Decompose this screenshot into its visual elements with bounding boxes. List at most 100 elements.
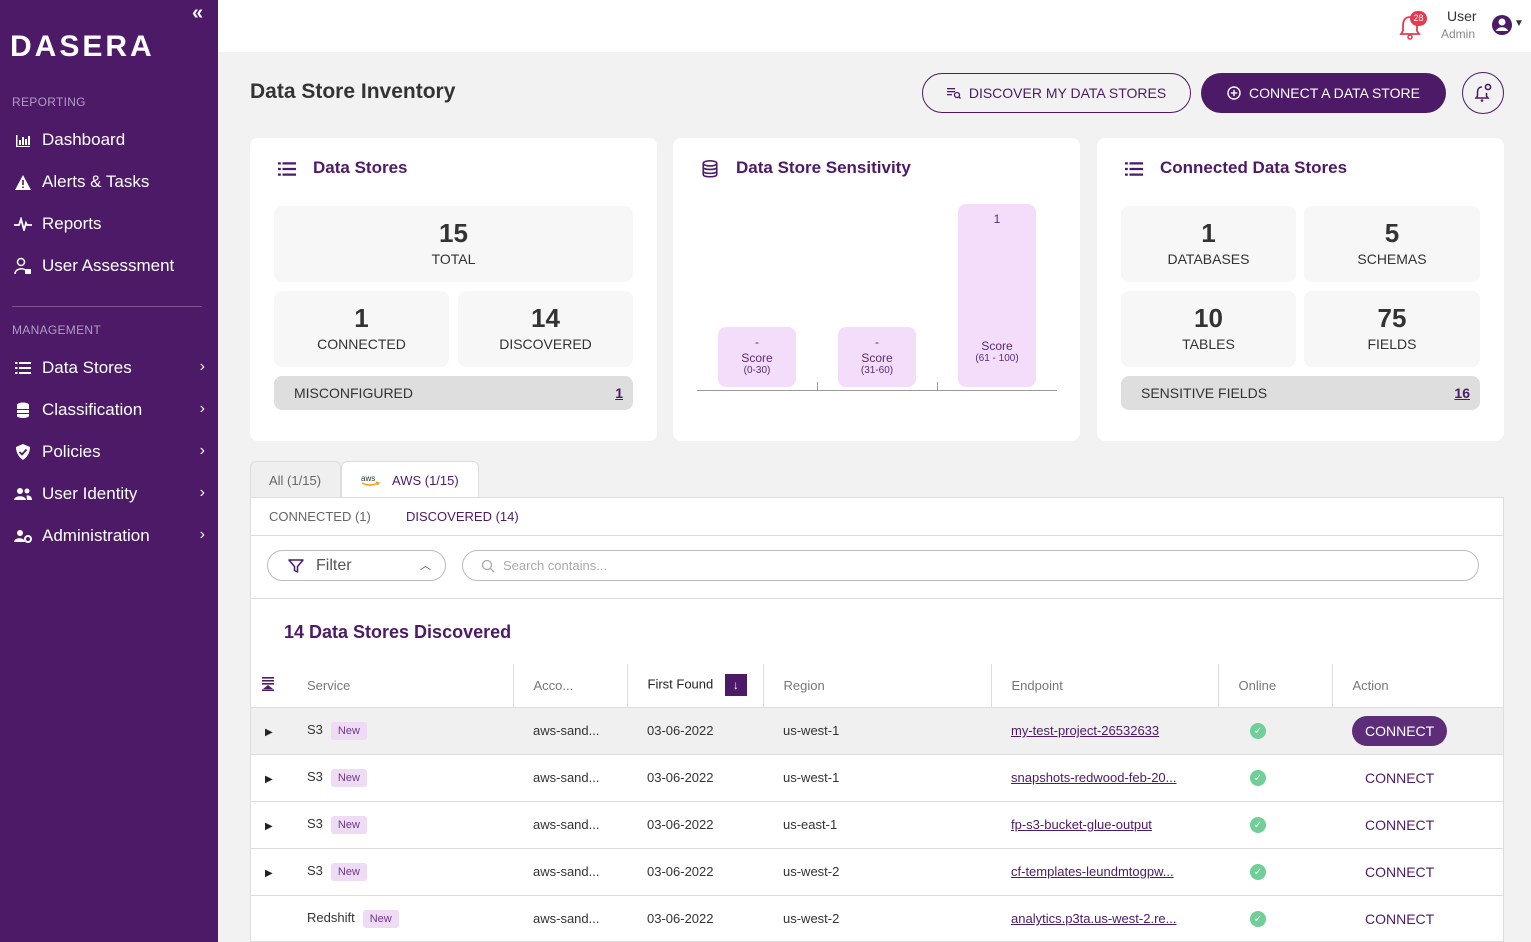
- expand-row-icon[interactable]: ▶: [265, 821, 273, 832]
- sidebar-item-policies[interactable]: Policies ›: [0, 434, 218, 470]
- search-field[interactable]: [462, 550, 1479, 581]
- chart-bar[interactable]: - Score (0-30): [718, 327, 796, 387]
- endpoint-link[interactable]: my-test-project-26532633: [1011, 723, 1159, 738]
- chart-bar[interactable]: - Score (31-60): [838, 327, 916, 387]
- sensitivity-card: Data Store Sensitivity - Score (0-30) - Scor…: [673, 138, 1080, 441]
- stat-value: 5: [1384, 218, 1400, 248]
- warning-icon: [14, 173, 32, 191]
- double-chevron-left-icon[interactable]: «: [192, 3, 203, 23]
- connect-button[interactable]: CONNECT: [1352, 904, 1447, 934]
- connect-button[interactable]: CONNECT: [1352, 857, 1447, 887]
- stat-label: FIELDS: [1367, 336, 1417, 352]
- card-title: Connected Data Stores: [1160, 158, 1348, 177]
- sidebar-item-label: User Identity: [42, 484, 138, 503]
- tab-aws[interactable]: aws AWS (1/15): [341, 461, 479, 498]
- stat-tables: 10 TABLES: [1121, 291, 1296, 367]
- bar-category-label: Score: [861, 351, 893, 365]
- new-badge: New: [362, 909, 399, 928]
- stat-label: SCHEMAS: [1357, 251, 1427, 267]
- chevron-right-icon: ›: [199, 484, 205, 501]
- sidebar-item-data-stores[interactable]: Data Stores ›: [0, 350, 218, 386]
- table-row[interactable]: ▶ S3 New aws-sand... 03-06-2022 us-west-1 my-t…: [251, 707, 1503, 755]
- online-check-icon: ✓: [1250, 911, 1266, 928]
- avatar-icon[interactable]: [1491, 14, 1513, 36]
- discover-data-stores-button[interactable]: DISCOVER MY DATA STORES: [922, 73, 1191, 113]
- region: us-east-1: [783, 817, 838, 832]
- first-found-date: 03-06-2022: [647, 817, 714, 832]
- tab-all[interactable]: All (1/15): [250, 461, 341, 498]
- users-icon: [14, 485, 32, 503]
- misconfigured-count-link[interactable]: 1: [615, 385, 623, 401]
- data-stores-panel: CONNECTED (1) DISCOVERED (14) Filter ︿ 1…: [250, 497, 1504, 942]
- search-input[interactable]: [503, 558, 1403, 573]
- column-header-online[interactable]: Online: [1218, 664, 1333, 708]
- table-row[interactable]: ▶ S3 New aws-sand... 03-06-2022 us-west-1 snap…: [251, 754, 1503, 802]
- sidebar-item-alerts-tasks[interactable]: Alerts & Tasks: [0, 164, 218, 200]
- sort-desc-icon[interactable]: ↓: [724, 674, 747, 697]
- sidebar-item-label: Administration: [42, 526, 150, 545]
- column-header-first-found[interactable]: First Found ↓: [627, 664, 764, 708]
- bar-value-label: -: [755, 335, 759, 349]
- connect-data-store-button[interactable]: CONNECT A DATA STORE: [1201, 73, 1446, 113]
- filter-dropdown[interactable]: Filter ︿: [267, 550, 446, 581]
- stat-connected: 1 CONNECTED: [274, 291, 449, 367]
- expand-row-icon[interactable]: ▶: [265, 868, 273, 879]
- sidebar-item-administration[interactable]: Administration ›: [0, 518, 218, 554]
- expand-row-icon[interactable]: ▶: [265, 774, 273, 785]
- bell-gear-icon: [1474, 83, 1492, 102]
- user-name[interactable]: User: [1447, 8, 1477, 24]
- card-title: Data Store Sensitivity: [736, 158, 911, 177]
- database-icon: [14, 401, 32, 419]
- table-row[interactable]: Redshift New aws-sand... 03-06-2022 us-west-…: [251, 895, 1503, 942]
- subtab-discovered[interactable]: DISCOVERED (14): [406, 509, 519, 524]
- table-row[interactable]: ▶ S3 New aws-sand... 03-06-2022 us-west-2 cf-t…: [251, 848, 1503, 896]
- stat-label: TOTAL: [431, 251, 476, 267]
- subtab-connected[interactable]: CONNECTED (1): [269, 509, 371, 524]
- sidebar-item-label: Policies: [42, 442, 101, 461]
- first-found-date: 03-06-2022: [647, 911, 714, 926]
- connect-button[interactable]: CONNECT: [1352, 810, 1447, 840]
- stat-value: 15: [439, 218, 468, 248]
- bar-chart-icon: [14, 131, 32, 149]
- plus-circle-icon: [1227, 86, 1241, 100]
- first-found-date: 03-06-2022: [647, 770, 714, 785]
- stat-value: 14: [531, 303, 560, 333]
- sidebar-item-user-identity[interactable]: User Identity ›: [0, 476, 218, 512]
- column-header-region[interactable]: Region: [763, 664, 992, 708]
- endpoint-link[interactable]: snapshots-redwood-feb-20...: [1011, 770, 1176, 785]
- service-name: S3: [307, 815, 323, 831]
- connect-button[interactable]: CONNECT: [1352, 763, 1447, 793]
- column-settings-header[interactable]: [251, 664, 289, 708]
- sidebar-item-classification[interactable]: Classification ›: [0, 392, 218, 428]
- card-title: Data Stores: [313, 158, 408, 177]
- online-check-icon: ✓: [1250, 817, 1266, 834]
- page-title: Data Store Inventory: [250, 80, 456, 103]
- chart-bar[interactable]: 1 Score (61 - 100): [958, 204, 1036, 387]
- bar-category-label: Score: [981, 339, 1013, 353]
- endpoint-link[interactable]: cf-templates-leundmtogpw...: [1011, 864, 1174, 879]
- database-icon: [702, 160, 718, 178]
- endpoint-link[interactable]: analytics.p3ta.us-west-2.re...: [1011, 911, 1176, 926]
- table-row[interactable]: ▶ S3 New aws-sand... 03-06-2022 us-east-1 fp-s…: [251, 801, 1503, 849]
- expand-row-icon[interactable]: ▶: [265, 727, 273, 738]
- connect-button[interactable]: CONNECT: [1352, 715, 1448, 746]
- stat-databases: 1 DATABASES: [1121, 206, 1296, 282]
- column-header-action[interactable]: Action: [1332, 664, 1503, 708]
- endpoint-link[interactable]: fp-s3-bucket-glue-output: [1011, 817, 1152, 832]
- chevron-up-icon: ︿: [420, 560, 431, 572]
- notification-settings-button[interactable]: [1462, 72, 1504, 114]
- x-axis-tick: [817, 382, 818, 391]
- sensitive-fields-count-link[interactable]: 16: [1454, 385, 1470, 401]
- column-header-account[interactable]: Acco...: [513, 664, 628, 708]
- svg-text:aws: aws: [361, 474, 375, 483]
- sidebar-item-dashboard[interactable]: Dashboard: [0, 122, 218, 158]
- pulse-icon: [14, 215, 32, 233]
- caret-down-icon[interactable]: ▼: [1514, 18, 1524, 29]
- first-found-date: 03-06-2022: [647, 864, 714, 879]
- sidebar-item-reports[interactable]: Reports: [0, 206, 218, 242]
- column-header-service[interactable]: Service: [289, 664, 514, 708]
- column-header-endpoint[interactable]: Endpoint: [991, 664, 1219, 708]
- sidebar-item-user-assessment[interactable]: User Assessment: [0, 248, 218, 284]
- account-name: aws-sand...: [533, 864, 600, 879]
- stat-label: DATABASES: [1167, 251, 1250, 267]
